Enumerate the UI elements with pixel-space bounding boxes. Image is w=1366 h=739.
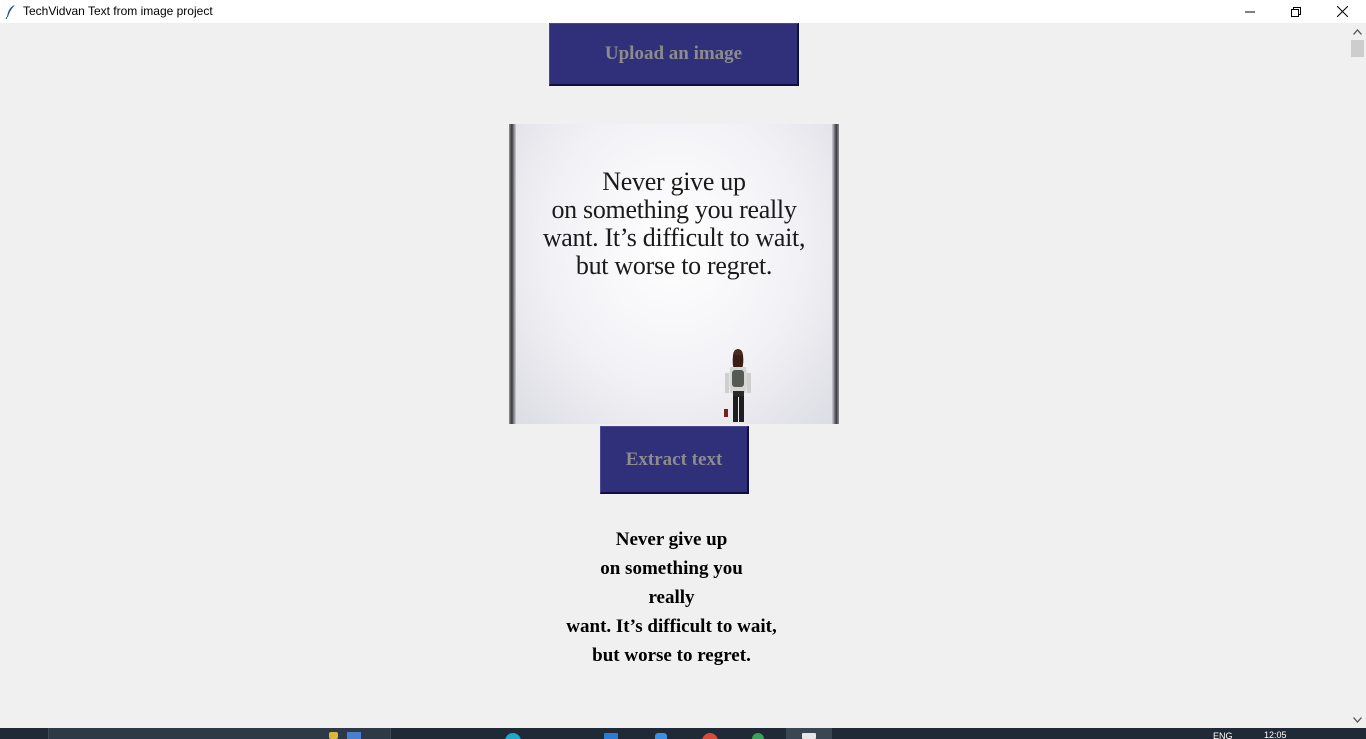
vertical-scrollbar[interactable] xyxy=(1349,23,1366,728)
taskbar-search-box[interactable] xyxy=(48,728,391,739)
uploaded-image: Never give up on something you really wa… xyxy=(509,124,839,424)
upload-image-button[interactable]: Upload an image xyxy=(549,23,799,86)
extracted-text-line: want. It’s difficult to wait, xyxy=(566,616,777,637)
title-bar[interactable]: TechVidvan Text from image project xyxy=(0,0,1366,23)
pinned-app-icon[interactable] xyxy=(752,733,764,739)
restore-button[interactable] xyxy=(1273,0,1319,23)
person-with-backpack-figure xyxy=(724,349,751,422)
image-left-edge xyxy=(509,124,516,424)
window-title: TechVidvan Text from image project xyxy=(23,4,213,18)
edge-browser-icon[interactable] xyxy=(505,733,521,739)
app-content: Upload an image Never give up on somethi… xyxy=(0,23,1349,728)
extracted-text-line: on something you xyxy=(600,558,743,579)
python-app-icon xyxy=(802,733,816,739)
scroll-down-button[interactable] xyxy=(1349,711,1366,728)
extracted-text-output: Never give up on something you really wa… xyxy=(520,525,823,670)
active-app-button[interactable] xyxy=(786,728,832,739)
image-quote: Never give up on something you really wa… xyxy=(516,168,832,280)
extracted-text-line: Never give up xyxy=(615,529,728,550)
close-button[interactable] xyxy=(1319,0,1365,23)
image-right-edge xyxy=(832,124,839,424)
image-quote-line: want. It’s difficult to wait, xyxy=(542,223,806,252)
search-box-icon xyxy=(329,732,338,739)
search-box-icon xyxy=(347,732,361,739)
extracted-text-line: but worse to regret. xyxy=(592,645,751,666)
clock[interactable]: 12:05 xyxy=(1264,730,1287,739)
store-icon[interactable] xyxy=(655,733,667,739)
file-explorer-icon[interactable] xyxy=(604,733,618,739)
image-quote-line: but worse to regret. xyxy=(575,251,773,280)
feather-icon xyxy=(5,5,15,19)
scroll-thumb[interactable] xyxy=(1351,40,1364,57)
chevron-up-icon xyxy=(1353,28,1362,35)
scroll-up-button[interactable] xyxy=(1349,23,1366,40)
image-quote-line: on something you really xyxy=(551,195,797,224)
minimize-button[interactable] xyxy=(1227,0,1273,23)
image-quote-line: Never give up xyxy=(602,167,746,196)
extracted-text-line: really xyxy=(648,587,695,608)
image-content: Never give up on something you really wa… xyxy=(516,124,832,424)
extract-text-button[interactable]: Extract text xyxy=(600,426,749,494)
close-icon xyxy=(1336,6,1348,17)
restore-icon xyxy=(1291,6,1301,17)
taskbar: ENG 12:05 xyxy=(0,728,1366,739)
chevron-down-icon xyxy=(1353,716,1362,723)
chrome-icon[interactable] xyxy=(702,733,718,739)
language-indicator[interactable]: ENG xyxy=(1213,731,1233,739)
minimize-icon xyxy=(1245,11,1255,12)
